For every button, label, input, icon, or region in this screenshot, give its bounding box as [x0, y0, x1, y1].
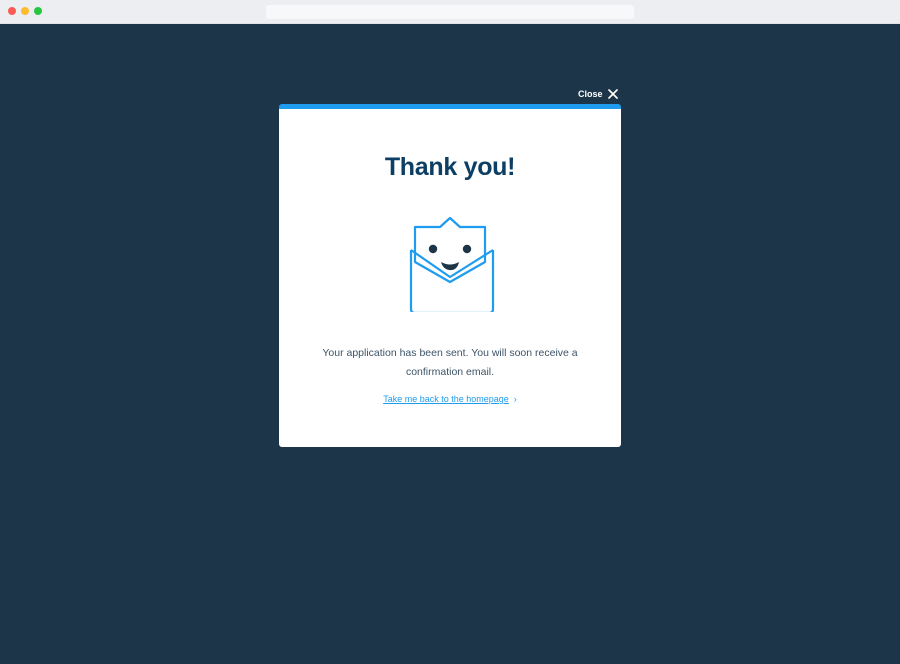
- maximize-window-dot[interactable]: [34, 7, 42, 15]
- chevron-right-icon: ›: [513, 394, 517, 404]
- minimize-window-dot[interactable]: [21, 7, 29, 15]
- confirmation-modal: Thank you! Your application has been sen…: [279, 104, 621, 447]
- confirmation-message: Your application has been sent. You will…: [322, 347, 578, 378]
- address-bar[interactable]: [266, 5, 634, 19]
- close-label: Close: [578, 89, 603, 99]
- homepage-link[interactable]: Take me back to the homepage: [383, 394, 509, 404]
- modal-title: Thank you!: [384, 153, 516, 181]
- homepage-link-row: Take me back to the homepage ›: [279, 394, 621, 404]
- close-window-dot[interactable]: [8, 7, 16, 15]
- modal-close-button[interactable]: Close: [578, 86, 618, 102]
- close-icon: [607, 89, 618, 99]
- browser-window: Close Thank you! Your application has be…: [0, 0, 900, 664]
- browser-chrome: [0, 0, 900, 24]
- smiling-envelope-icon: [405, 212, 495, 315]
